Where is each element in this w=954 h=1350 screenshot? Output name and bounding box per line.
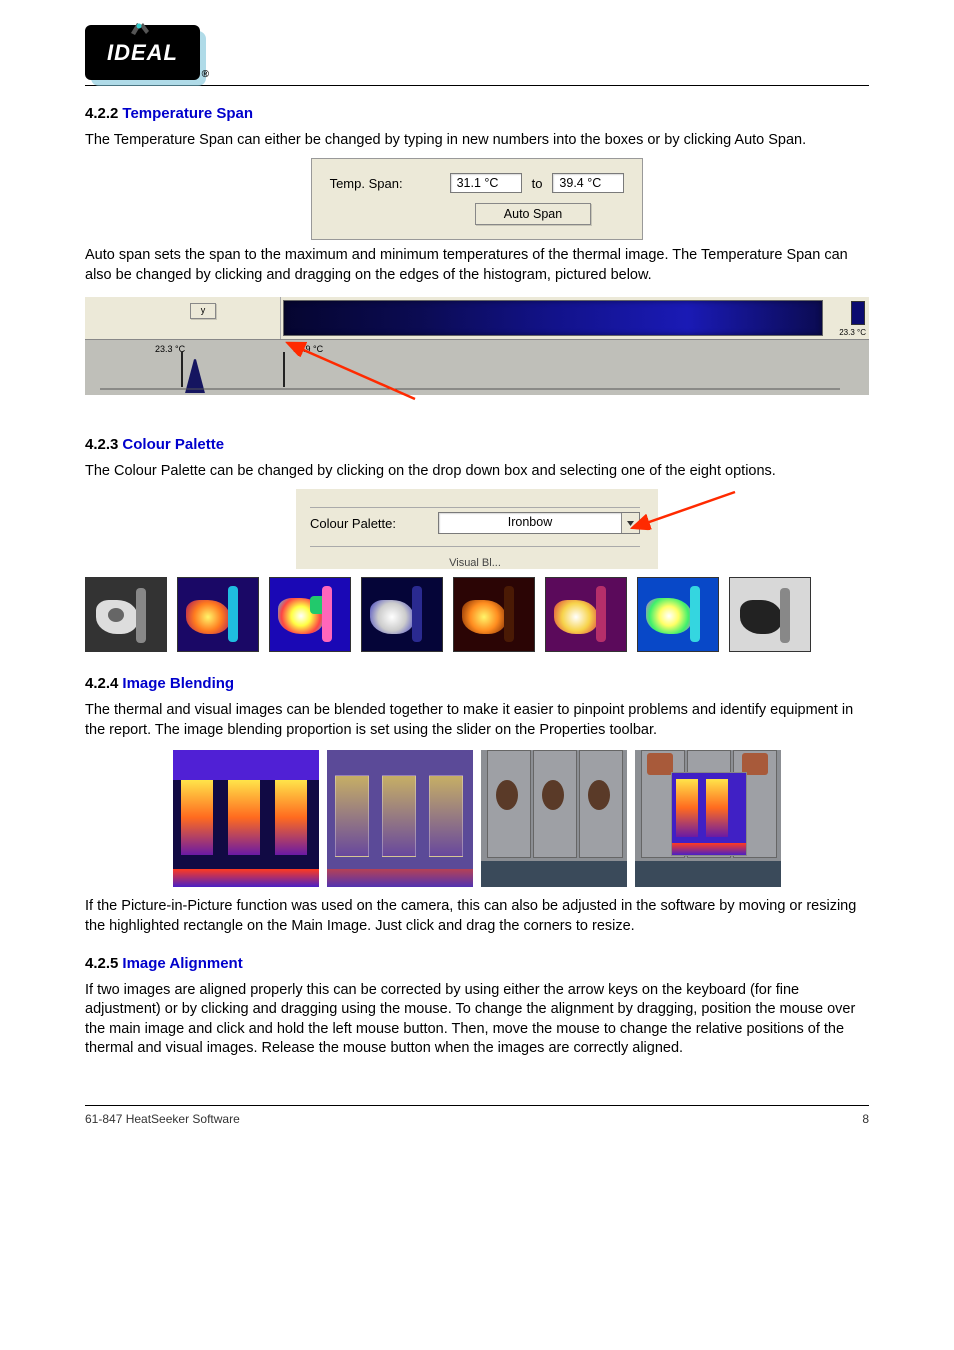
colour-palette-truncated-label: Visual Bl... — [310, 557, 640, 569]
colour-palette-paragraph: The Colour Palette can be changed by cli… — [85, 462, 869, 482]
section-heading-temp-span: 4.2.2 Temperature Span — [85, 104, 869, 125]
blend-thumb-blend — [327, 750, 473, 887]
histogram-figure: y 23.3 °C 23.3 °C 31.9 °C — [85, 297, 869, 395]
section-heading-colour-palette: 4.2.3 Colour Palette — [85, 435, 869, 456]
palette-thumb-grey-inverted — [729, 577, 811, 652]
temp-span-panel-figure: Temp. Span: 31.1 °C to 39.4 °C Auto Span — [85, 158, 869, 240]
palette-thumb-cyan — [637, 577, 719, 652]
temp-span-to-label: to — [532, 176, 543, 191]
section-heading-image-blending: 4.2.4 Image Blending — [85, 674, 869, 695]
annotation-arrow-dropdown — [625, 487, 745, 537]
header: IDEAL ® — [85, 25, 869, 80]
image-blending-paragraph: The thermal and visual images can be ble… — [85, 701, 869, 740]
logo-text: IDEAL — [107, 40, 178, 66]
registered-mark: ® — [202, 69, 210, 80]
temp-span-paragraph: The Temperature Span can either be chang… — [85, 131, 869, 151]
blend-thumb-thermal — [173, 750, 319, 887]
temp-span-label: Temp. Span: — [330, 176, 440, 191]
palette-thumb-ironbow — [177, 577, 259, 652]
blending-thumbnails-row — [85, 750, 869, 887]
palette-thumbnails-row — [85, 577, 869, 652]
colour-palette-value: Ironbow — [439, 513, 621, 533]
auto-span-paragraph: Auto span sets the span to the maximum a… — [85, 246, 869, 285]
palette-thumb-rainbow — [269, 577, 351, 652]
pip-rectangle[interactable] — [671, 772, 747, 856]
footer-left-text: 61-847 HeatSeeker Software — [85, 1112, 240, 1126]
colour-palette-label: Colour Palette: — [310, 516, 396, 531]
histogram-axis — [100, 384, 840, 394]
annotation-arrow-histogram — [285, 339, 435, 409]
logo: IDEAL ® — [85, 25, 200, 80]
histogram-left-marker[interactable] — [181, 352, 183, 387]
footer-rule — [85, 1105, 869, 1106]
colour-palette-panel-figure: Colour Palette: Ironbow Visual Bl... — [85, 489, 869, 571]
pip-paragraph: If the Picture-in-Picture function was u… — [85, 897, 869, 936]
palette-thumb-blue — [361, 577, 443, 652]
histogram-y-button[interactable]: y — [190, 303, 216, 319]
logo-pliers-icon — [127, 17, 155, 37]
temp-span-from-input[interactable]: 31.1 °C — [450, 173, 522, 193]
histogram-gradient-bar[interactable] — [283, 300, 823, 336]
auto-span-button[interactable]: Auto Span — [475, 203, 591, 225]
image-alignment-paragraph: If two images are aligned properly this … — [85, 981, 869, 1059]
palette-thumb-amber — [453, 577, 535, 652]
histogram-colour-swatch — [851, 301, 865, 325]
section-heading-image-alignment: 4.2.5 Image Alignment — [85, 954, 869, 975]
histogram-plot[interactable]: 23.3 °C 31.9 °C — [85, 339, 869, 395]
colour-palette-dropdown[interactable]: Ironbow — [438, 512, 640, 534]
blend-thumb-visual — [481, 750, 627, 887]
histogram-legend-value: 23.3 °C — [839, 328, 866, 337]
palette-thumb-magenta — [545, 577, 627, 652]
header-rule — [85, 85, 869, 86]
temp-span-to-input[interactable]: 39.4 °C — [552, 173, 624, 193]
palette-thumb-greyscale — [85, 577, 167, 652]
blend-thumb-pip[interactable] — [635, 750, 781, 887]
footer: 61-847 HeatSeeker Software 8 — [0, 1112, 954, 1151]
footer-page-number: 8 — [862, 1112, 869, 1126]
